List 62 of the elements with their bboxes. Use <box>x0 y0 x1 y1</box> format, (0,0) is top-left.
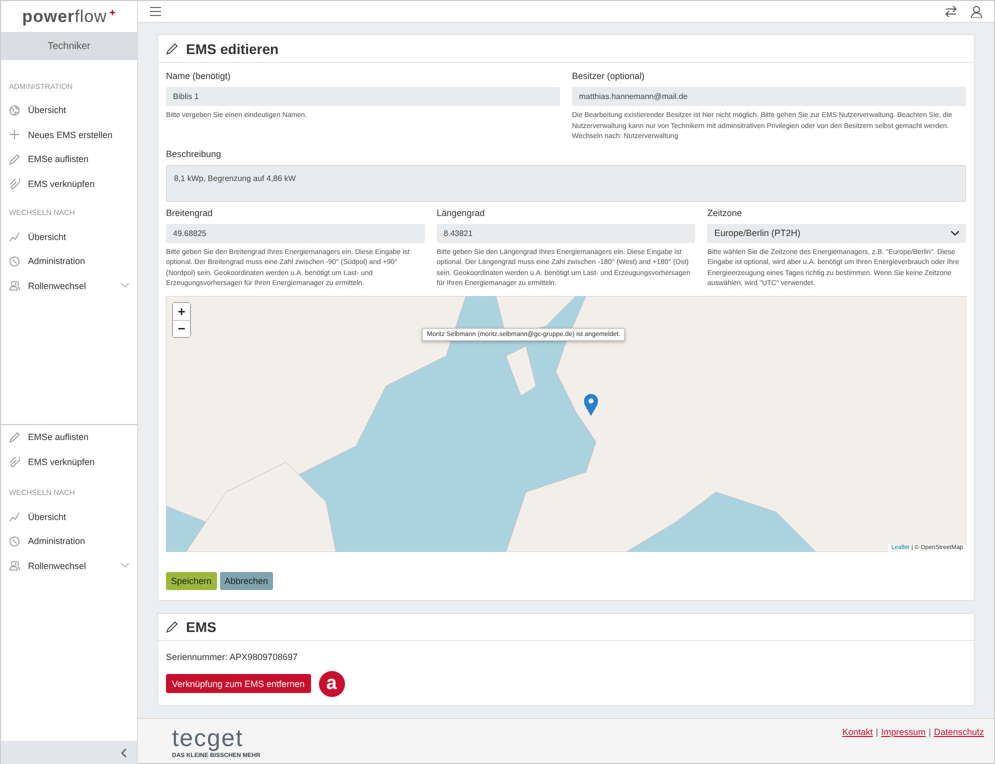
unlink-button[interactable]: Verknüpfung zum EMS entfernen <box>166 674 311 694</box>
paperclip-icon <box>9 456 20 468</box>
annotation-badge: a <box>318 670 345 697</box>
pencil-icon <box>9 432 20 443</box>
line-chart-icon <box>9 511 20 522</box>
input-field[interactable]: Biblis 1 <box>166 87 560 106</box>
chevron-icon <box>121 563 129 568</box>
star-icon <box>108 9 116 16</box>
footer-link[interactable]: Kontakt <box>842 726 873 763</box>
nav-item[interactable]: Administration <box>9 528 129 554</box>
swap-arrows-icon[interactable] <box>945 6 957 18</box>
nav-dropdown[interactable]: Rollenwechsel <box>9 274 129 298</box>
map-pin-icon <box>584 394 598 416</box>
field-label: Beschreibung <box>166 148 222 159</box>
timezone-select[interactable]: Europe/Berlin (PT2H) <box>707 224 966 243</box>
footer-link[interactable]: Datenschutz <box>934 726 984 763</box>
globe-icon <box>9 104 20 116</box>
card-title: EMS <box>186 618 216 635</box>
brand-logo: powerflow <box>22 6 107 26</box>
nav-item[interactable]: Neues EMS erstellen <box>9 122 129 148</box>
chevron-icon <box>950 230 959 236</box>
plus-icon <box>9 129 20 140</box>
pencil-icon <box>166 620 178 633</box>
field-label: Besitzer (optional) <box>572 71 646 82</box>
input-field[interactable]: 8.43821 <box>436 224 696 243</box>
collapse-chevron-icon[interactable] <box>121 748 127 758</box>
link-separator: | <box>928 726 931 739</box>
nav-item[interactable]: EMS verknüpfen <box>9 172 129 196</box>
field-label: Name (benötigt) <box>166 71 232 82</box>
nav-item[interactable]: Übersicht <box>9 98 129 123</box>
save-button[interactable]: Speichern <box>166 572 217 590</box>
footer-link[interactable]: Impressum <box>881 726 926 763</box>
nav-item[interactable]: EMSe auflisten <box>9 425 129 450</box>
input-field[interactable]: 49.68825 <box>166 224 425 243</box>
users-icon <box>9 560 20 572</box>
serial-number: Seriennummer: APX9809708697 <box>166 652 299 662</box>
paperclip-icon <box>9 178 20 190</box>
cancel-button[interactable]: Abbrechen <box>220 572 274 590</box>
role-bar: Techniker <box>1 32 137 60</box>
circle-slash-icon <box>9 256 20 267</box>
user-icon[interactable] <box>971 6 982 18</box>
field-label: Breitengrad <box>166 208 214 218</box>
field-label: Zeitzone <box>707 208 743 218</box>
nav-item[interactable]: Übersicht <box>9 224 129 249</box>
nav-item[interactable]: Übersicht <box>9 504 129 529</box>
chevron-icon <box>121 283 129 288</box>
field-label: Längengrad <box>436 208 486 218</box>
zoom-out-button[interactable]: − <box>173 320 190 337</box>
pencil-icon <box>9 154 20 165</box>
users-icon <box>9 280 20 292</box>
nav-item[interactable]: Administration <box>9 248 129 274</box>
input-field[interactable]: matthias.hannemann@mail.de <box>572 87 966 106</box>
nav-item[interactable]: EMS verknüpfen <box>9 450 129 474</box>
card-title: EMS editieren <box>186 40 279 57</box>
textarea-field[interactable]: 8,1 kWp, Begrenzung auf 4,86 kW <box>166 164 966 202</box>
circle-slash-icon <box>9 536 20 547</box>
nav-dropdown[interactable]: Rollenwechsel <box>9 554 129 578</box>
nav-item[interactable]: EMSe auflisten <box>9 147 129 172</box>
pencil-icon <box>166 42 178 55</box>
menu-icon[interactable] <box>150 7 161 16</box>
line-chart-icon <box>9 231 20 242</box>
link-separator: | <box>876 726 878 739</box>
